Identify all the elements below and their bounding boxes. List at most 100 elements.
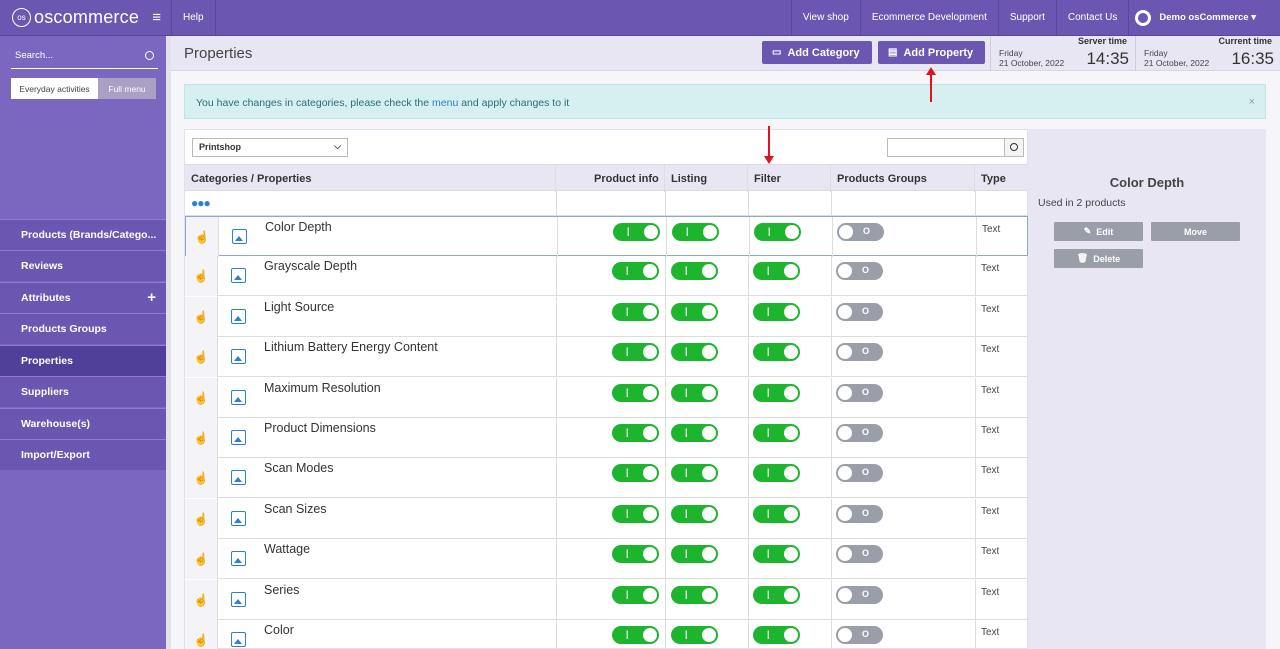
edit-button[interactable]: ✎ Edit xyxy=(1054,222,1143,241)
product-info-toggle[interactable]: | xyxy=(613,223,660,241)
listing-toggle[interactable]: | xyxy=(671,302,718,321)
table-row[interactable]: ☝ Maximum Resolution | | | O Text xyxy=(185,377,1028,418)
alert-menu-link[interactable]: menu xyxy=(432,97,458,109)
listing-toggle[interactable]: | xyxy=(671,504,718,523)
product-info-toggle[interactable]: | xyxy=(612,302,659,321)
product-info-toggle[interactable]: | xyxy=(612,343,659,362)
products-groups-toggle[interactable]: O xyxy=(836,262,883,281)
more-dots-icon[interactable]: ●●● xyxy=(191,196,211,210)
view-shop-link[interactable]: View shop xyxy=(790,0,861,36)
filter-toggle[interactable]: | xyxy=(753,504,800,523)
listing-toggle[interactable]: | xyxy=(672,223,719,241)
listing-toggle[interactable]: | xyxy=(671,626,718,644)
product-info-toggle[interactable]: | xyxy=(612,504,659,523)
listing-toggle[interactable]: | xyxy=(671,262,718,281)
products-groups-toggle[interactable]: O xyxy=(836,626,883,644)
search-icon[interactable] xyxy=(145,51,154,60)
drag-handle-icon[interactable]: ☝ xyxy=(186,217,219,257)
property-name[interactable]: Lithium Battery Energy Content xyxy=(264,340,438,354)
sidebar-item-reviews[interactable]: Reviews xyxy=(0,250,166,281)
property-name[interactable]: Wattage xyxy=(264,542,310,556)
sidebar-search-input[interactable]: Search... xyxy=(11,45,158,69)
products-groups-toggle[interactable]: O xyxy=(837,223,884,241)
help-link[interactable]: Help xyxy=(172,0,216,36)
filter-toggle[interactable]: | xyxy=(753,585,800,604)
delete-button[interactable]: 🗑 Delete xyxy=(1054,249,1143,268)
drag-handle-icon[interactable]: ☝ xyxy=(185,539,218,580)
products-groups-toggle[interactable]: O xyxy=(836,343,883,362)
property-name[interactable]: Light Source xyxy=(264,300,334,314)
everyday-activities-button[interactable]: Everyday activities xyxy=(11,78,98,99)
table-row[interactable]: ☝ Color | | | O Text xyxy=(185,620,1028,649)
user-menu[interactable]: Demo osCommerce ▾ xyxy=(1129,0,1280,36)
table-row[interactable]: ☝ Series | | | O Text xyxy=(185,579,1028,620)
product-info-toggle[interactable]: | xyxy=(612,585,659,604)
listing-toggle[interactable]: | xyxy=(671,545,718,564)
drag-handle-icon[interactable]: ☝ xyxy=(185,620,218,649)
category-select[interactable]: Printshop ⌵ xyxy=(192,138,348,157)
menu-icon[interactable]: ≡ xyxy=(152,9,161,26)
filter-toggle[interactable]: | xyxy=(753,302,800,321)
table-row[interactable]: ☝ Lithium Battery Energy Content | | | O Text xyxy=(185,337,1028,378)
filter-toggle[interactable]: | xyxy=(753,545,800,564)
products-groups-toggle[interactable]: O xyxy=(836,302,883,321)
add-category-button[interactable]: ▭ Add Category xyxy=(762,41,872,64)
close-icon[interactable]: × xyxy=(1249,96,1255,108)
drag-handle-icon[interactable]: ☝ xyxy=(185,498,218,539)
table-row[interactable]: ☝ Color Depth | | | O Text xyxy=(185,216,1028,257)
products-groups-toggle[interactable]: O xyxy=(836,464,883,483)
filter-toggle[interactable]: | xyxy=(753,464,800,483)
property-name[interactable]: Series xyxy=(264,583,299,597)
listing-toggle[interactable]: | xyxy=(671,424,718,442)
products-groups-toggle[interactable]: O xyxy=(836,504,883,523)
listing-toggle[interactable]: | xyxy=(671,464,718,483)
sidebar-item-import-export[interactable]: Import/Export xyxy=(0,439,166,470)
property-name[interactable]: Product Dimensions xyxy=(264,421,376,435)
drag-handle-icon[interactable]: ☝ xyxy=(185,377,218,418)
property-name[interactable]: Grayscale Depth xyxy=(264,259,357,273)
ecommerce-development-link[interactable]: Ecommerce Development xyxy=(861,0,999,36)
table-row[interactable]: ☝ Grayscale Depth | | | O Text xyxy=(185,256,1028,297)
listing-toggle[interactable]: | xyxy=(671,585,718,604)
drag-handle-icon[interactable]: ☝ xyxy=(185,458,218,499)
product-info-toggle[interactable]: | xyxy=(612,626,659,644)
table-row[interactable]: ☝ Light Source | | | O Text xyxy=(185,296,1028,337)
sidebar-item-products-groups[interactable]: Products Groups xyxy=(0,313,166,344)
contact-us-link[interactable]: Contact Us xyxy=(1057,0,1130,36)
product-info-toggle[interactable]: | xyxy=(612,545,659,564)
product-info-toggle[interactable]: | xyxy=(612,383,659,402)
drag-handle-icon[interactable]: ☝ xyxy=(185,418,218,458)
support-link[interactable]: Support xyxy=(999,0,1057,36)
filter-toggle[interactable]: | xyxy=(753,626,800,644)
product-info-toggle[interactable]: | xyxy=(612,262,659,281)
products-groups-toggle[interactable]: O xyxy=(836,424,883,442)
filter-toggle[interactable]: | xyxy=(754,223,801,241)
add-property-button[interactable]: ▤ Add Property xyxy=(878,41,985,64)
move-button[interactable]: Move xyxy=(1151,222,1240,241)
sidebar-item-properties[interactable]: Properties xyxy=(0,344,166,376)
property-name[interactable]: Scan Sizes xyxy=(264,502,327,516)
table-search-input[interactable] xyxy=(887,138,1005,157)
table-search-button[interactable] xyxy=(1004,138,1024,157)
drag-handle-icon[interactable]: ☝ xyxy=(185,337,218,378)
property-name[interactable]: Maximum Resolution xyxy=(264,381,381,395)
table-row[interactable]: ☝ Scan Modes | | | O Text xyxy=(185,458,1028,499)
filter-toggle[interactable]: | xyxy=(753,343,800,362)
filter-toggle[interactable]: | xyxy=(753,262,800,281)
listing-toggle[interactable]: | xyxy=(671,343,718,362)
product-info-toggle[interactable]: | xyxy=(612,464,659,483)
products-groups-toggle[interactable]: O xyxy=(836,383,883,402)
sidebar-item-attributes[interactable]: Attributes + xyxy=(0,281,166,313)
filter-toggle[interactable]: | xyxy=(753,383,800,402)
product-info-toggle[interactable]: | xyxy=(612,424,659,442)
expand-icon[interactable]: + xyxy=(147,289,156,306)
products-groups-toggle[interactable]: O xyxy=(836,545,883,564)
property-name[interactable]: Color xyxy=(264,623,294,637)
logo[interactable]: os oscommerce ≡ xyxy=(0,0,172,36)
table-row[interactable]: ☝ Scan Sizes | | | O Text xyxy=(185,498,1028,539)
table-row[interactable]: ☝ Wattage | | | O Text xyxy=(185,539,1028,580)
filter-toggle[interactable]: | xyxy=(753,424,800,442)
sidebar-item-warehouse-s[interactable]: Warehouse(s) xyxy=(0,407,166,439)
sidebar-item-suppliers[interactable]: Suppliers xyxy=(0,376,166,407)
sidebar-item-products-brands-catego[interactable]: Products (Brands/Catego... xyxy=(0,218,166,250)
